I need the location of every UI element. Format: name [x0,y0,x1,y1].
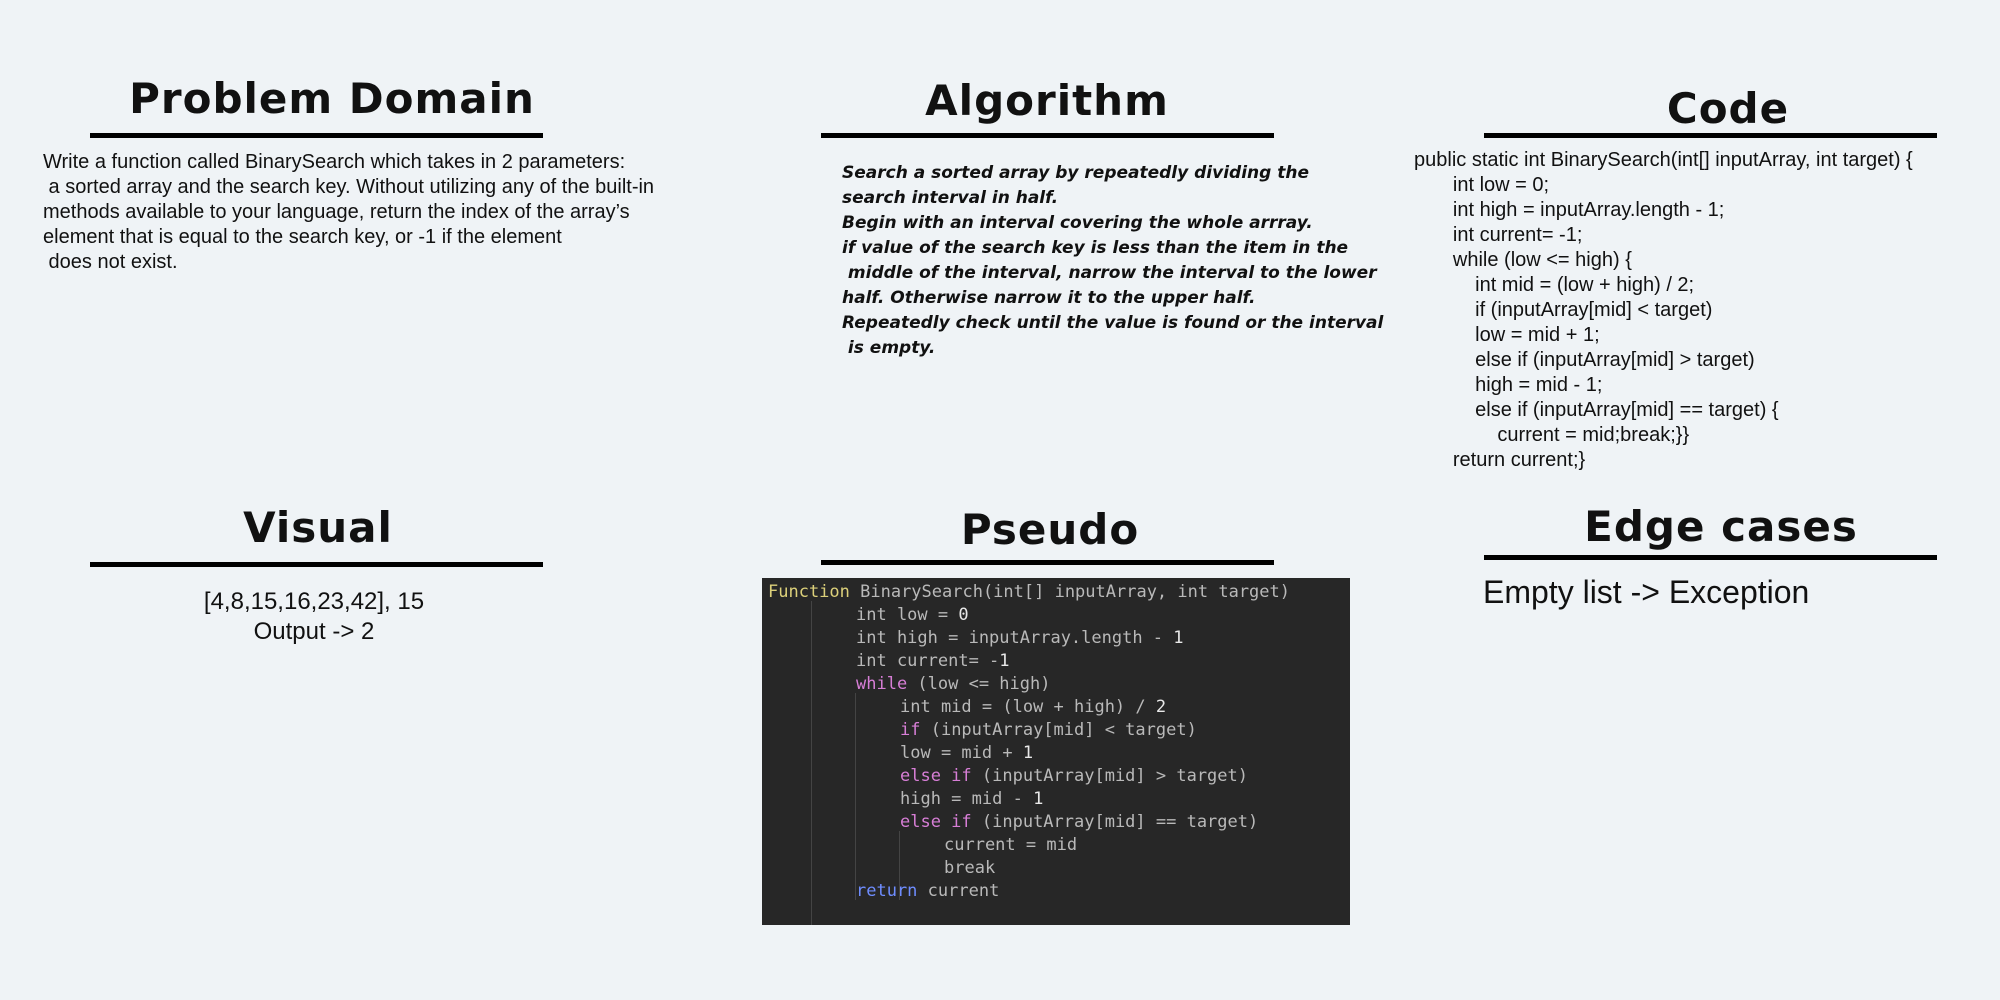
algorithm-divider [821,133,1274,138]
pseudo-heading: Pseudo [960,505,1140,554]
code-line: return current [856,880,999,903]
code-text: int current= - [856,651,1000,671]
problem-domain-heading: Problem Domain [129,74,535,123]
code-text: (inputArray[mid] < target) [920,720,1197,740]
code-text: low = mid + [900,743,1023,763]
algorithm-heading: Algorithm [925,76,1169,125]
number-literal: 1 [999,651,1010,671]
edge-cases-divider [1484,555,1937,560]
keyword: else if [900,766,972,786]
number-literal: 1 [1033,789,1044,809]
algorithm-text: Search a sorted array by repeatedly divi… [842,163,1384,358]
code-line: int current= -1 [856,650,1010,673]
code-line: while (low <= high) [856,673,1050,696]
keyword: if [900,720,921,740]
code-divider [1484,133,1937,138]
edge-cases-text: Empty list -> Exception [1483,574,1810,610]
code-line: else if (inputArray[mid] == target) [900,811,1258,834]
keyword: return [856,881,918,901]
code-line: high = mid - 1 [900,788,1043,811]
code-text: (inputArray[mid] == target) [971,812,1259,832]
number-literal: 2 [1155,697,1167,717]
pseudo-divider [821,560,1274,565]
code-text: high = mid - [900,789,1034,809]
code-line: break [944,857,995,880]
code-line: int low = 0 [856,604,969,627]
pseudo-code-block: Function BinarySearch(int[] inputArray, … [762,578,1350,925]
visual-divider [90,562,543,567]
code-text: (low <= high) [907,674,1051,694]
visual-output: Output -> 2 [253,618,375,645]
indent-guide [855,693,856,900]
edge-cases-heading: Edge cases [1584,502,1858,551]
indent-guide [811,601,812,925]
code-text: break [944,858,996,878]
code-line: int high = inputArray.length - 1 [856,627,1184,650]
visual-heading: Visual [243,503,393,552]
number-literal: 0 [958,605,969,625]
keyword: Function [768,582,850,602]
code-line: else if (inputArray[mid] > target) [900,765,1248,788]
code-line: int mid = (low + high) / 2 [900,696,1166,719]
code-text: int mid = (low + high) / [900,697,1156,717]
problem-domain-text: Write a function called BinarySearch whi… [43,151,655,273]
code-text: BinarySearch(int[] inputArray, int targe… [849,582,1290,602]
code-text: int low = [856,605,959,625]
code-text: current [917,881,1000,901]
number-literal: 1 [1173,628,1184,648]
code-line: if (inputArray[mid] < target) [900,719,1197,742]
code-line: Function BinarySearch(int[] inputArray, … [768,581,1290,604]
keyword: else if [900,812,972,832]
code-line: current = mid [944,834,1077,857]
code-text: int high = inputArray.length - [856,628,1174,648]
code-text: (inputArray[mid] > target) [971,766,1248,786]
code-text: current = mid [944,835,1078,855]
number-literal: 1 [1022,743,1034,763]
visual-input: [4,8,15,16,23,42], 15 [203,588,425,615]
keyword: while [856,674,908,694]
code-line: low = mid + 1 [900,742,1033,765]
code-text: public static int BinarySearch(int[] inp… [1414,149,1913,471]
code-heading: Code [1666,84,1790,133]
problem-domain-divider [90,133,543,138]
